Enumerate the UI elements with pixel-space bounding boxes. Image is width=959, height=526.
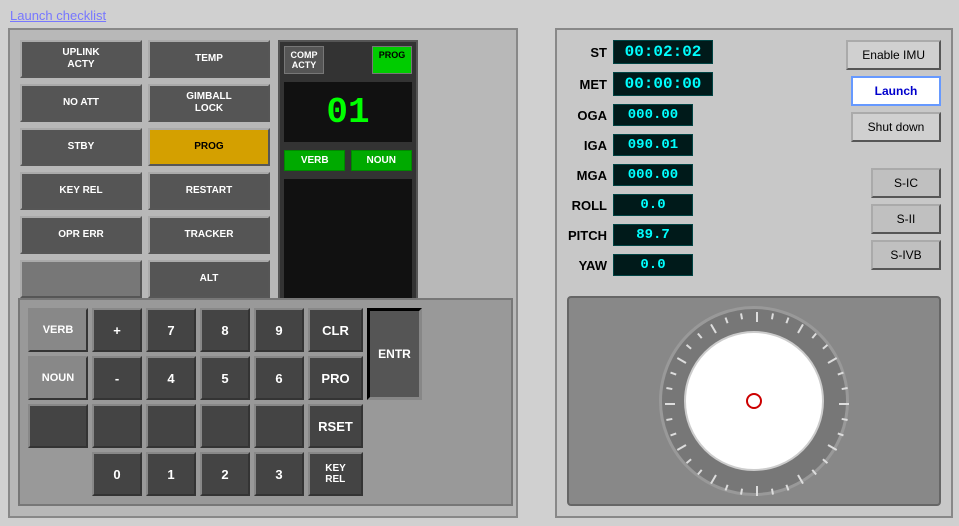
prog-display-btn[interactable]: PROG: [372, 46, 412, 74]
att-crosshair: [746, 393, 762, 409]
attitude-indicator: (function() { const svg = document.curre…: [567, 296, 941, 506]
plus-key[interactable]: +: [92, 308, 142, 352]
telem-section: ST 00:02:02 MET 00:00:00 OGA 000.00 IGA …: [567, 40, 821, 284]
met-value: 00:00:00: [613, 72, 713, 96]
empty-key-7: [254, 404, 304, 448]
sic-btn[interactable]: S-IC: [871, 168, 941, 198]
restart-btn[interactable]: RESTART: [148, 172, 270, 210]
dsky-verb-btn[interactable]: VERB: [284, 150, 345, 171]
dsky-number-value: 01: [326, 92, 369, 133]
gimball-lock-btn[interactable]: GIMBALLLOCK: [148, 84, 270, 122]
pro-key[interactable]: PRO: [308, 356, 363, 400]
launch-checklist-link[interactable]: Launch checklist: [10, 8, 106, 23]
stage-buttons: S-IC S-II S-IVB: [871, 168, 941, 270]
entr-key[interactable]: ENTR: [367, 308, 422, 400]
seven-key[interactable]: 7: [146, 308, 196, 352]
key-rel-key[interactable]: KEYREL: [308, 452, 363, 496]
dsky-top: COMPACTY PROG: [280, 42, 416, 78]
prog-btn[interactable]: PROG: [148, 128, 270, 166]
minus-key[interactable]: -: [92, 356, 142, 400]
comp-acty-btn[interactable]: COMPACTY: [284, 46, 324, 74]
mga-value: 000.00: [613, 164, 693, 186]
st-row: ST 00:02:02: [567, 40, 821, 64]
yaw-row: YAW 0.0: [567, 254, 821, 276]
roll-label: ROLL: [567, 198, 607, 213]
iga-label: IGA: [567, 138, 607, 153]
yaw-value: 0.0: [613, 254, 693, 276]
buttons-section: Enable IMU Launch Shut down S-IC S-II S-…: [831, 40, 941, 284]
mga-row: MGA 000.00: [567, 164, 821, 186]
nine-key[interactable]: 9: [254, 308, 304, 352]
temp-btn[interactable]: TEMP: [148, 40, 270, 78]
pitch-label: PITCH: [567, 228, 607, 243]
iga-row: IGA 090.01: [567, 134, 821, 156]
launch-btn[interactable]: Launch: [851, 76, 941, 106]
clr-key[interactable]: CLR: [308, 308, 363, 352]
right-top-section: ST 00:02:02 MET 00:00:00 OGA 000.00 IGA …: [567, 40, 941, 284]
four-key[interactable]: 4: [146, 356, 196, 400]
st-label: ST: [567, 45, 607, 60]
tracker-btn[interactable]: TRACKER: [148, 216, 270, 254]
right-panel: ST 00:02:02 MET 00:00:00 OGA 000.00 IGA …: [555, 28, 953, 518]
one-key[interactable]: 1: [146, 452, 196, 496]
ctrl-row-1: UPLINKACTY TEMP: [20, 40, 270, 78]
keypad-area: VERB + 7 8 9 CLR ENTR NOUN - 4 5 6 PRO R…: [18, 298, 513, 506]
shut-down-btn[interactable]: Shut down: [851, 112, 941, 142]
att-circle-inner: [684, 331, 824, 471]
six-key[interactable]: 6: [254, 356, 304, 400]
ctrl-row-4: KEY REL RESTART: [20, 172, 270, 210]
empty-key-4: [92, 404, 142, 448]
iga-value: 090.01: [613, 134, 693, 156]
sivb-btn[interactable]: S-IVB: [871, 240, 941, 270]
met-label: MET: [567, 77, 607, 92]
keypad-grid: VERB + 7 8 9 CLR ENTR NOUN - 4 5 6 PRO R…: [28, 308, 503, 496]
dsky-verb-noun: VERB NOUN: [280, 146, 416, 175]
dsky-black-area: [284, 179, 412, 299]
ctrl-row-5: OPR ERR TRACKER: [20, 216, 270, 254]
sii-btn[interactable]: S-II: [871, 204, 941, 234]
opr-err-btn[interactable]: OPR ERR: [20, 216, 142, 254]
ctrl-row-2: NO ATT GIMBALLLOCK: [20, 84, 270, 122]
dsky-number-display: 01: [284, 82, 412, 142]
left-panel: UPLINKACTY TEMP NO ATT GIMBALLLOCK STBY …: [8, 28, 518, 518]
pitch-value: 89.7: [613, 224, 693, 246]
yaw-label: YAW: [567, 258, 607, 273]
roll-row: ROLL 0.0: [567, 194, 821, 216]
eight-key[interactable]: 8: [200, 308, 250, 352]
oga-label: OGA: [567, 108, 607, 123]
rset-key[interactable]: RSET: [308, 404, 363, 448]
noun-key[interactable]: NOUN: [28, 356, 88, 400]
stby-btn[interactable]: STBY: [20, 128, 142, 166]
empty-key-6: [200, 404, 250, 448]
roll-value: 0.0: [613, 194, 693, 216]
alt-btn[interactable]: ALT: [148, 260, 270, 298]
no-att-btn[interactable]: NO ATT: [20, 84, 142, 122]
st-value: 00:02:02: [613, 40, 713, 64]
verb-key[interactable]: VERB: [28, 308, 88, 352]
dsky-noun-btn[interactable]: NOUN: [351, 150, 412, 171]
empty-key-3: [28, 404, 88, 448]
zero-key[interactable]: 0: [92, 452, 142, 496]
uplink-acty-btn[interactable]: UPLINKACTY: [20, 40, 142, 78]
three-key[interactable]: 3: [254, 452, 304, 496]
empty-btn-1: [20, 260, 142, 298]
empty-key-5: [146, 404, 196, 448]
pitch-row: PITCH 89.7: [567, 224, 821, 246]
met-row: MET 00:00:00: [567, 72, 821, 96]
two-key[interactable]: 2: [200, 452, 250, 496]
oga-row: OGA 000.00: [567, 104, 821, 126]
ctrl-row-3: STBY PROG: [20, 128, 270, 166]
oga-value: 000.00: [613, 104, 693, 126]
five-key[interactable]: 5: [200, 356, 250, 400]
key-rel-btn[interactable]: KEY REL: [20, 172, 142, 210]
att-circle-outer: (function() { const svg = document.curre…: [659, 306, 849, 496]
enable-imu-btn[interactable]: Enable IMU: [846, 40, 941, 70]
ctrl-row-6: ALT: [20, 260, 270, 298]
mga-label: MGA: [567, 168, 607, 183]
